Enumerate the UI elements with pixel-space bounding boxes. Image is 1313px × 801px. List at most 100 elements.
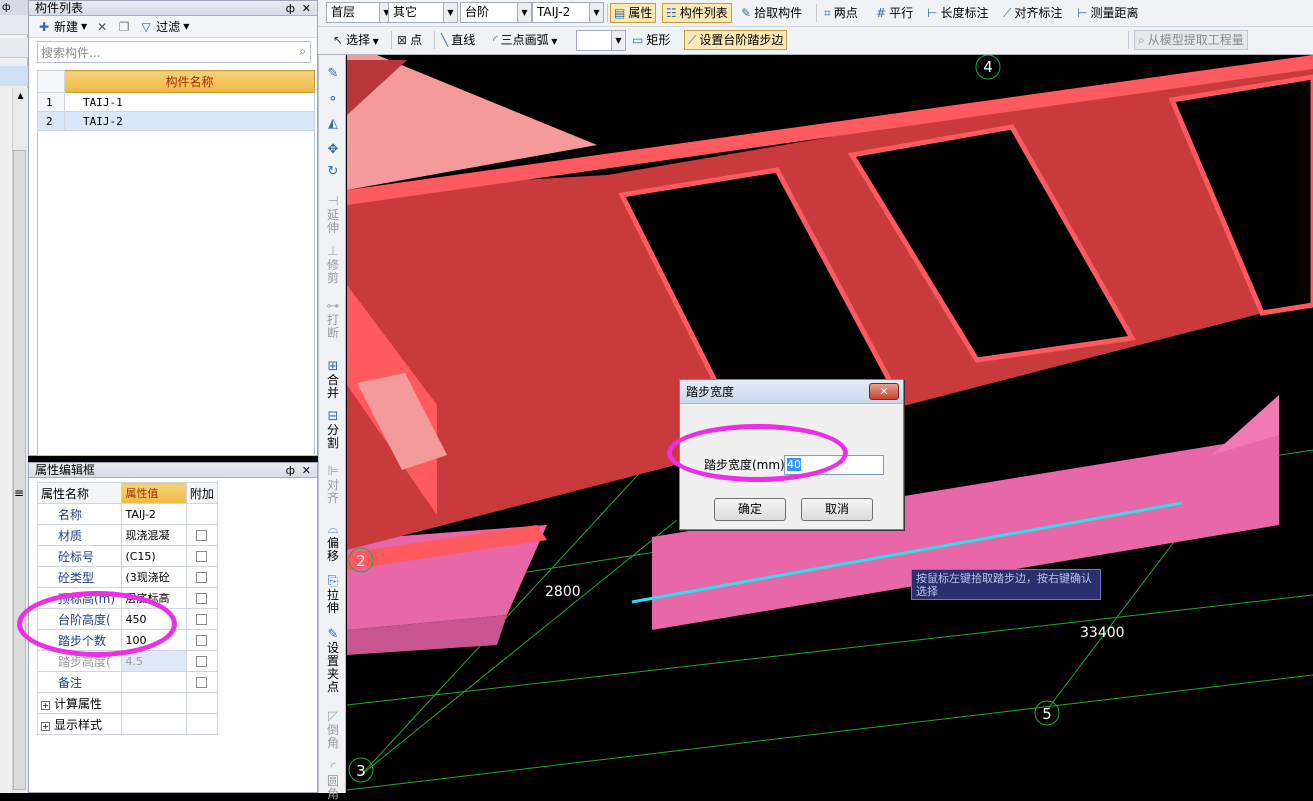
chamfer-label: 倒角 — [326, 723, 339, 750]
component-search-input[interactable]: 搜索构件... ⌕ — [37, 41, 311, 63]
chevron-down-icon[interactable]: ▼ — [611, 31, 625, 50]
extract-quantity-button[interactable]: ⌕ 从模型提取工程量 — [1134, 30, 1248, 50]
new-icon: ✚ — [38, 19, 50, 34]
extra-checkbox[interactable] — [196, 635, 208, 646]
search-icon[interactable]: ⌕ — [299, 44, 306, 59]
component-name-cell[interactable]: TAIJ-1 — [64, 92, 315, 112]
toolbar-separator — [607, 4, 608, 22]
property-value[interactable]: (C15) — [121, 545, 187, 567]
chamfer-button[interactable]: ◸ 倒角 — [319, 710, 347, 750]
length-dimension-button[interactable]: ⊢ 长度标注 — [924, 3, 991, 23]
category-select[interactable]: 其它 ▼ — [388, 2, 458, 23]
chevron-down-icon[interactable]: ▼ — [517, 3, 531, 22]
property-row[interactable]: 砼标号 (C15) — [36, 545, 219, 567]
pin-icon[interactable]: ф — [2, 2, 11, 13]
rectangle-button[interactable]: ▭ 矩形 — [629, 30, 673, 50]
property-row[interactable]: 材质 现浇混凝 — [36, 524, 219, 546]
extend-button[interactable]: ⊣ 延伸 — [319, 195, 347, 235]
component-select[interactable]: TAIJ-2 ▼ — [532, 2, 604, 23]
column-header-component-name[interactable]: 构件名称 — [64, 70, 315, 93]
delete-button[interactable]: ✕ — [95, 20, 109, 34]
merge-button[interactable]: ⊞ 合并 — [319, 360, 347, 400]
line-button[interactable]: ╲ 直线 — [438, 30, 478, 50]
move-icon[interactable]: ✥ — [319, 143, 347, 157]
scroll-up-icon[interactable]: ▲ — [13, 91, 28, 100]
measure-distance-button[interactable]: ⊢ 测量距离 — [1074, 3, 1141, 23]
two-point-button[interactable]: ⌗ 两点 — [821, 3, 861, 23]
property-row[interactable]: 砼类型 (3现浇砼 — [36, 566, 219, 588]
table-row[interactable]: 1 TAIJ-1 — [37, 92, 315, 112]
pen-icon[interactable]: ✎ — [319, 67, 347, 81]
extend-label: 延伸 — [326, 208, 339, 235]
property-value[interactable]: (3现浇砼 — [121, 566, 187, 588]
ok-button[interactable]: 确定 — [714, 498, 786, 521]
property-row[interactable]: 名称 TAIJ-2 — [36, 503, 219, 525]
property-extra — [185, 650, 219, 672]
set-step-edge-button[interactable]: ⟋ 设置台阶踏步边 — [684, 30, 788, 50]
mirror-icon[interactable]: ◭ — [319, 117, 347, 131]
component-list-button[interactable]: ☷ 构件列表 — [662, 3, 732, 23]
property-group-row[interactable]: + 显示样式 — [36, 713, 219, 735]
pick-component-button[interactable]: ✎ 拾取构件 — [738, 3, 805, 23]
list-icon: ☷ — [666, 6, 677, 20]
arc-option-select[interactable]: ▼ — [576, 30, 626, 51]
extra-checkbox[interactable] — [196, 656, 208, 667]
merge-label: 合并 — [326, 373, 339, 400]
property-group-row[interactable]: + 计算属性 — [36, 692, 219, 714]
property-value[interactable]: TAIJ-2 — [121, 503, 187, 525]
property-group[interactable]: + 显示样式 — [36, 713, 123, 735]
point-button[interactable]: ⊠ 点 — [394, 30, 425, 50]
arc-icon: ◜ — [493, 33, 498, 47]
copy-shape-icon[interactable]: ⚬ — [319, 93, 347, 107]
extra-checkbox[interactable] — [196, 572, 208, 583]
copy-button[interactable]: ❐ — [117, 20, 131, 34]
extra-checkbox[interactable] — [196, 614, 208, 625]
property-group-extra-empty — [185, 713, 219, 735]
align-dimension-button[interactable]: ⟋ 对齐标注 — [1000, 3, 1065, 23]
chevron-down-icon[interactable]: ▼ — [443, 3, 457, 22]
property-value[interactable]: 现浇混凝 — [121, 524, 187, 546]
type-select[interactable]: 台阶 ▼ — [460, 2, 532, 23]
set-grip-button[interactable]: ✎ 设置夹点 — [319, 628, 347, 694]
select-button-label: 选择 — [346, 33, 371, 47]
expand-icon[interactable]: + — [41, 721, 50, 731]
scrollbar-thumb[interactable] — [13, 150, 26, 790]
extra-checkbox[interactable] — [196, 530, 208, 541]
split-button[interactable]: ⊟ 分割 — [319, 410, 347, 450]
close-icon[interactable]: ✕ — [302, 1, 311, 16]
trim-button[interactable]: ⊥ 修剪 — [319, 245, 347, 285]
offset-button[interactable]: ⌓ 偏移 — [319, 523, 347, 563]
component-name-cell[interactable]: TAIJ-2 — [64, 111, 315, 131]
floor-select[interactable]: 首层 ▼ — [326, 2, 394, 23]
close-icon[interactable]: ✕ — [302, 463, 311, 478]
new-button[interactable]: ✚ 新建 ▼ — [37, 18, 87, 35]
left-strip-selected-row[interactable] — [0, 66, 28, 86]
break-button[interactable]: ⊶ 打断 — [319, 300, 347, 340]
align-button[interactable]: ⊫ 对齐 — [319, 465, 347, 505]
table-row-selected[interactable]: 2 TAIJ-2 — [37, 111, 315, 131]
rotate-icon[interactable]: ↻ — [319, 165, 347, 179]
extra-checkbox[interactable] — [196, 677, 208, 688]
expand-icon[interactable]: + — [41, 700, 50, 710]
property-group[interactable]: + 计算属性 — [36, 692, 123, 714]
fillet-button[interactable]: ◜ 圆角 — [319, 761, 347, 801]
menu-icon[interactable]: ≡ — [14, 486, 24, 500]
property-row[interactable]: 备注 — [36, 671, 219, 693]
properties-button[interactable]: ▤ 属性 — [610, 3, 657, 23]
property-value[interactable] — [121, 671, 187, 693]
close-icon[interactable]: ✕ — [869, 383, 899, 400]
filter-button[interactable]: ▽ 过滤 ▼ — [139, 18, 190, 35]
stretch-button[interactable]: ⎘ 拉伸 — [319, 575, 347, 615]
pin-icon[interactable]: ф — [286, 463, 295, 478]
extra-checkbox[interactable] — [196, 551, 208, 562]
chevron-down-icon[interactable]: ▼ — [589, 3, 603, 22]
arc-button[interactable]: ◜ 三点画弧 ▼ — [490, 30, 560, 50]
select-button[interactable]: ↖ 选择 ▼ — [330, 30, 382, 50]
left-strip-titlebar: ф ✕ — [0, 0, 28, 28]
cancel-button[interactable]: 取消 — [801, 498, 873, 521]
pin-icon[interactable]: ф — [286, 1, 295, 16]
parallel-button[interactable]: # 平行 — [873, 3, 916, 23]
left-dock-strip: ф ✕ ▲ ≡ — [0, 0, 28, 793]
extra-checkbox[interactable] — [196, 593, 208, 604]
property-group-extra-empty — [185, 692, 219, 714]
